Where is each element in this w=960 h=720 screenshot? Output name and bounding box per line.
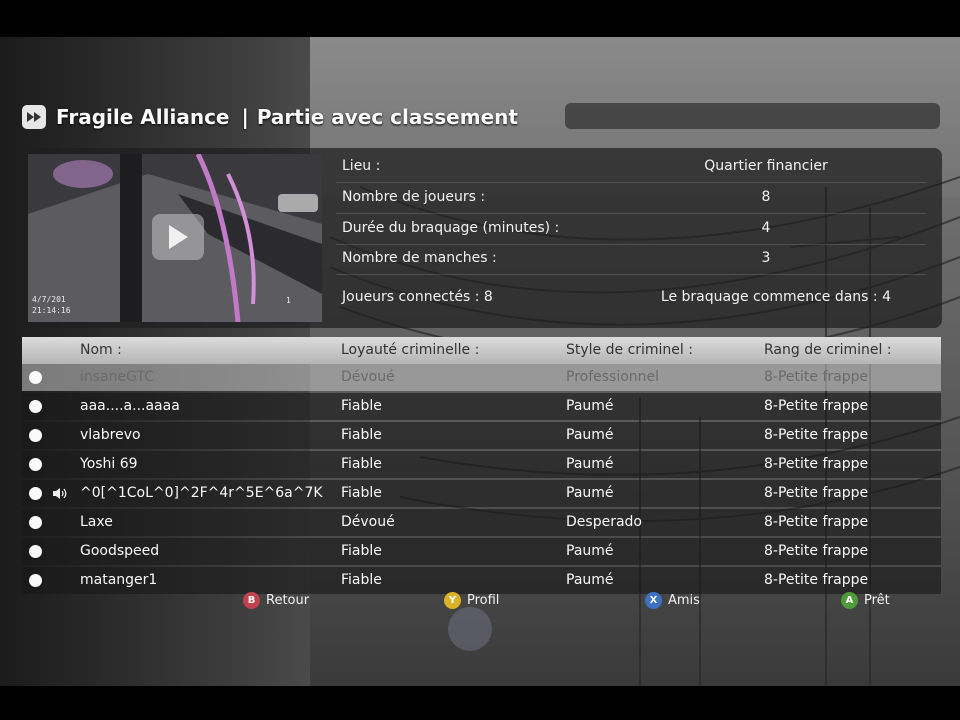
y-button-icon: Y [444,592,461,609]
letterbox-bottom [0,686,960,720]
player-rank: 8-Petite frappe [764,572,869,588]
player-name: ^0[^1CoL^0]^2F^4r^5E^6a^7K [80,485,323,501]
player-name: matanger1 [80,572,158,588]
player-name: Yoshi 69 [80,456,138,472]
player-loyalty: Fiable [341,485,382,501]
info-row-duration: Durée du braquage (minutes) : 4 [336,214,931,244]
camera-time: 21:14:16 [32,306,71,315]
title-separator: | [241,105,249,129]
player-rank: 8-Petite frappe [764,543,869,559]
a-button-icon: A [841,592,858,609]
player-rank: 8-Petite frappe [764,369,869,385]
player-loyalty: Fiable [341,572,382,588]
player-style: Desperado [566,514,642,530]
player-name: insaneGTC [80,369,154,385]
column-header-name: Nom : [80,342,122,358]
back-label: Retour [266,593,310,608]
player-loyalty: Dévoué [341,369,395,385]
camera-timestamp: 4/7/201 21:14:16 [32,294,71,316]
fast-forward-icon [22,105,46,129]
game-title: Fragile Alliance [56,105,230,129]
player-status-icon [29,516,42,529]
friends-button[interactable]: X Amis [645,592,700,609]
player-style: Paumé [566,427,614,443]
lobby-status: Joueurs connectés : 8 Le braquage commen… [336,286,931,312]
player-row[interactable]: Laxe Dévoué Desperado 8-Petite frappe [22,509,941,536]
column-header-loyalty: Loyauté criminelle : [341,342,480,358]
back-button[interactable]: B Retour [243,592,309,609]
speaker-icon [53,488,67,499]
b-button-icon: B [243,592,260,609]
player-table-header: Nom : Loyauté criminelle : Style de crim… [22,337,941,364]
info-value: 8 [761,189,771,205]
player-row[interactable]: insaneGTC Dévoué Professionnel 8-Petite … [22,364,941,391]
player-name: vlabrevo [80,427,141,443]
ready-button[interactable]: A Prêt [841,592,890,609]
profile-label: Profil [467,593,500,608]
player-style: Paumé [566,485,614,501]
player-status-icon [29,400,42,413]
play-icon[interactable] [152,214,204,260]
status-bar [565,103,940,129]
info-label: Nombre de joueurs : [342,189,486,205]
player-status-icon [29,545,42,558]
screen-title-bar: Fragile Alliance | Partie avec classemen… [22,103,518,131]
player-style: Paumé [566,456,614,472]
player-row[interactable]: matanger1 Fiable Paumé 8-Petite frappe [22,567,941,594]
player-loyalty: Fiable [341,427,382,443]
player-name: aaa....a...aaaa [80,398,180,414]
map-preview-video[interactable]: 4/7/201 21:14:16 1 [28,154,322,322]
profile-button[interactable]: Y Profil [444,592,499,609]
info-value: 4 [761,220,771,236]
connected-players: Joueurs connectés : 8 [342,289,493,305]
button-prompts: B Retour Y Profil X Amis A Prêt [0,592,960,614]
heist-countdown: Le braquage commence dans : 4 [660,289,891,305]
friends-label: Amis [668,593,700,608]
player-loyalty: Fiable [341,398,382,414]
player-status-icon [29,371,42,384]
player-name: Laxe [80,514,113,530]
player-rank: 8-Petite frappe [764,485,869,501]
player-style: Paumé [566,543,614,559]
info-value: Quartier financier [704,158,828,174]
player-rank: 8-Petite frappe [764,456,869,472]
player-style: Professionnel [566,369,660,385]
info-label: Lieu : [342,158,381,174]
column-header-style: Style de criminel : [566,342,693,358]
player-style: Paumé [566,398,614,414]
info-row-rounds: Nombre de manches : 3 [336,244,931,274]
info-label: Nombre de manches : [342,250,497,266]
player-status-icon [29,487,42,500]
game-mode-title: Partie avec classement [256,105,518,129]
camera-label: 1 [286,296,291,305]
info-row-location: Lieu : Quartier financier [336,152,931,182]
ready-label: Prêt [864,593,890,608]
player-row[interactable]: Yoshi 69 Fiable Paumé 8-Petite frappe [22,451,941,478]
letterbox-top [0,0,960,37]
player-loyalty: Fiable [341,543,382,559]
player-row[interactable]: aaa....a...aaaa Fiable Paumé 8-Petite fr… [22,393,941,420]
player-style: Paumé [566,572,614,588]
player-loyalty: Dévoué [341,514,395,530]
divider [336,274,926,275]
player-row[interactable]: Goodspeed Fiable Paumé 8-Petite frappe [22,538,941,565]
info-row-players: Nombre de joueurs : 8 [336,183,931,213]
player-rank: 8-Petite frappe [764,398,869,414]
x-button-icon: X [645,592,662,609]
player-rank: 8-Petite frappe [764,514,869,530]
player-rank: 8-Petite frappe [764,427,869,443]
column-header-rank: Rang de criminel : [764,342,892,358]
info-value: 3 [761,250,771,266]
player-loyalty: Fiable [341,456,382,472]
player-status-icon [29,574,42,587]
player-status-icon [29,458,42,471]
player-row[interactable]: vlabrevo Fiable Paumé 8-Petite frappe [22,422,941,449]
player-name: Goodspeed [80,543,160,559]
player-row[interactable]: ^0[^1CoL^0]^2F^4r^5E^6a^7K Fiable Paumé … [22,480,941,507]
info-label: Durée du braquage (minutes) : [342,220,560,236]
player-status-icon [29,429,42,442]
camera-date: 4/7/201 [32,295,66,304]
